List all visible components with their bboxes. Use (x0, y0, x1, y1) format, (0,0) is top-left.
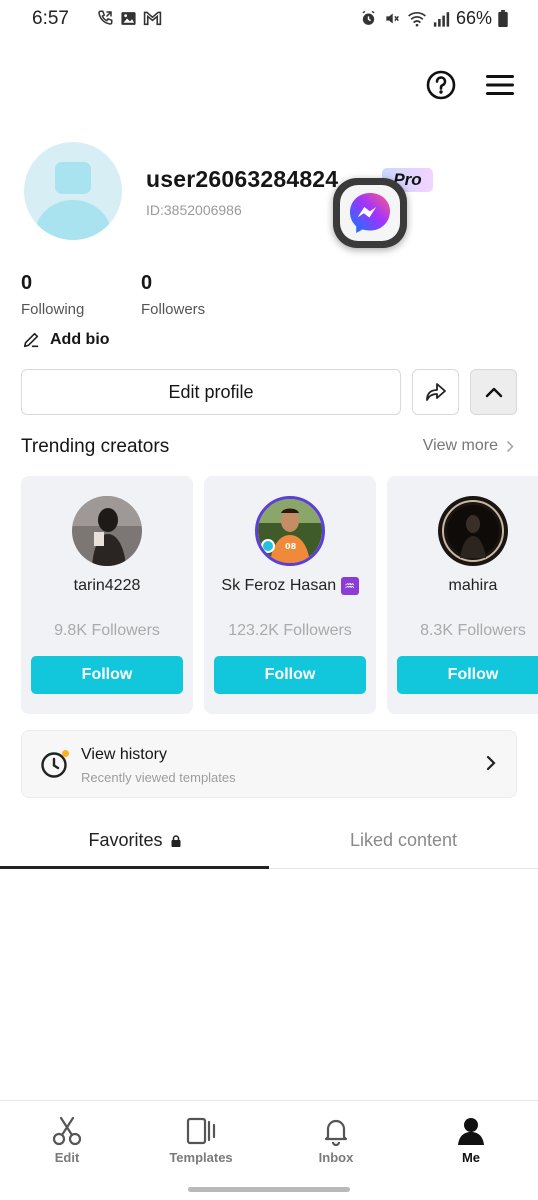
profile-icon (458, 1118, 484, 1145)
signal-icon (433, 11, 450, 27)
home-indicator[interactable] (188, 1187, 350, 1192)
history-clock-icon (41, 750, 69, 778)
view-history-row[interactable]: View history Recently viewed templates (21, 730, 517, 798)
tab-favorites-label: Favorites (88, 830, 163, 850)
followers-count: 0 (141, 272, 153, 294)
creator-name: tarin4228 (73, 577, 141, 594)
creator-name: mahira (448, 577, 498, 594)
battery-icon (498, 10, 508, 27)
creator-avatar[interactable]: 08 (255, 496, 325, 566)
status-time: 6:57 (32, 8, 69, 29)
messenger-icon (350, 193, 390, 233)
creator-name: Sk Feroz Hasan ♒ (204, 577, 376, 595)
bell-icon (324, 1119, 348, 1146)
chevron-up-icon (485, 387, 502, 398)
creator-followers: 123.2K Followers (228, 622, 352, 639)
view-more-label: View more (422, 437, 498, 454)
messenger-chat-head[interactable] (333, 178, 407, 248)
tab-active-indicator (0, 866, 269, 869)
following-stat[interactable]: 0 Following (21, 272, 84, 318)
user-id[interactable]: ID:3852006986 (146, 202, 242, 218)
creator-avatar[interactable] (72, 496, 142, 566)
follow-button[interactable]: Follow (397, 656, 538, 694)
following-count: 0 (21, 272, 33, 294)
mute-icon (386, 13, 399, 24)
follow-button[interactable]: Follow (214, 656, 366, 694)
creator-card[interactable]: tarin4228 9.8K Followers Follow (21, 476, 193, 714)
followers-label: Followers (141, 301, 206, 318)
nav-templates[interactable]: Templates (151, 1116, 251, 1165)
creator-followers: 8.3K Followers (420, 622, 526, 639)
battery-percent: 66% (455, 8, 492, 28)
creator-name-text: Sk Feroz Hasan (221, 577, 337, 595)
following-label: Following (21, 301, 85, 318)
avatar-placeholder-icon (35, 162, 111, 240)
avatar[interactable] (24, 142, 122, 240)
aquarius-emoji-icon: ♒ (340, 577, 359, 595)
bottom-nav-divider (0, 1100, 538, 1101)
alarm-icon (362, 10, 375, 25)
verified-icon (261, 539, 275, 553)
followers-stat[interactable]: 0 Followers (141, 272, 205, 318)
follow-button[interactable]: Follow (31, 656, 183, 694)
call-forward-icon (98, 10, 113, 25)
wifi-icon (408, 12, 426, 27)
chevron-right-icon (486, 755, 496, 771)
view-history-subtitle: Recently viewed templates (81, 770, 236, 785)
username: user26063284824 (146, 166, 339, 192)
nav-edit-label: Edit (54, 1150, 80, 1165)
gallery-icon (121, 11, 136, 25)
view-history-title: View history (81, 746, 167, 763)
lock-icon (171, 835, 181, 847)
trending-creators-carousel[interactable]: tarin4228 9.8K Followers Follow 08 Sk Fe… (21, 476, 538, 716)
gmail-icon (143, 11, 162, 26)
edit-profile-button[interactable]: Edit profile (21, 369, 401, 415)
tab-liked-content[interactable]: Liked content (269, 830, 538, 851)
share-profile-button[interactable] (412, 369, 459, 415)
help-icon[interactable] (426, 70, 456, 100)
tab-favorites[interactable]: Favorites (0, 830, 269, 851)
view-more-link[interactable]: View more (423, 437, 514, 455)
templates-icon (186, 1117, 216, 1145)
add-bio-label: Add bio (50, 331, 110, 348)
chevron-right-icon (506, 440, 514, 452)
menu-icon[interactable] (486, 74, 514, 96)
scissors-icon (52, 1116, 82, 1146)
nav-me[interactable]: Me (421, 1116, 521, 1165)
share-icon (425, 383, 446, 401)
svg-text:08: 08 (285, 542, 297, 551)
nav-inbox-label: Inbox (318, 1150, 354, 1165)
nav-edit[interactable]: Edit (17, 1116, 117, 1165)
pencil-icon (23, 332, 39, 348)
status-bar: 6:57 66% (0, 0, 538, 38)
creator-card[interactable]: 08 Sk Feroz Hasan ♒ 123.2K Followers Fol… (204, 476, 376, 714)
trending-creators-title: Trending creators (21, 436, 170, 457)
nav-me-label: Me (461, 1150, 481, 1165)
nav-inbox[interactable]: Inbox (286, 1116, 386, 1165)
collapse-button[interactable] (470, 369, 517, 415)
creator-followers: 9.8K Followers (54, 622, 160, 639)
add-bio-button[interactable]: Add bio (22, 331, 110, 349)
creator-card[interactable]: mahira 8.3K Followers Follow (387, 476, 538, 714)
creator-avatar[interactable] (438, 496, 508, 566)
nav-templates-label: Templates (169, 1150, 233, 1165)
